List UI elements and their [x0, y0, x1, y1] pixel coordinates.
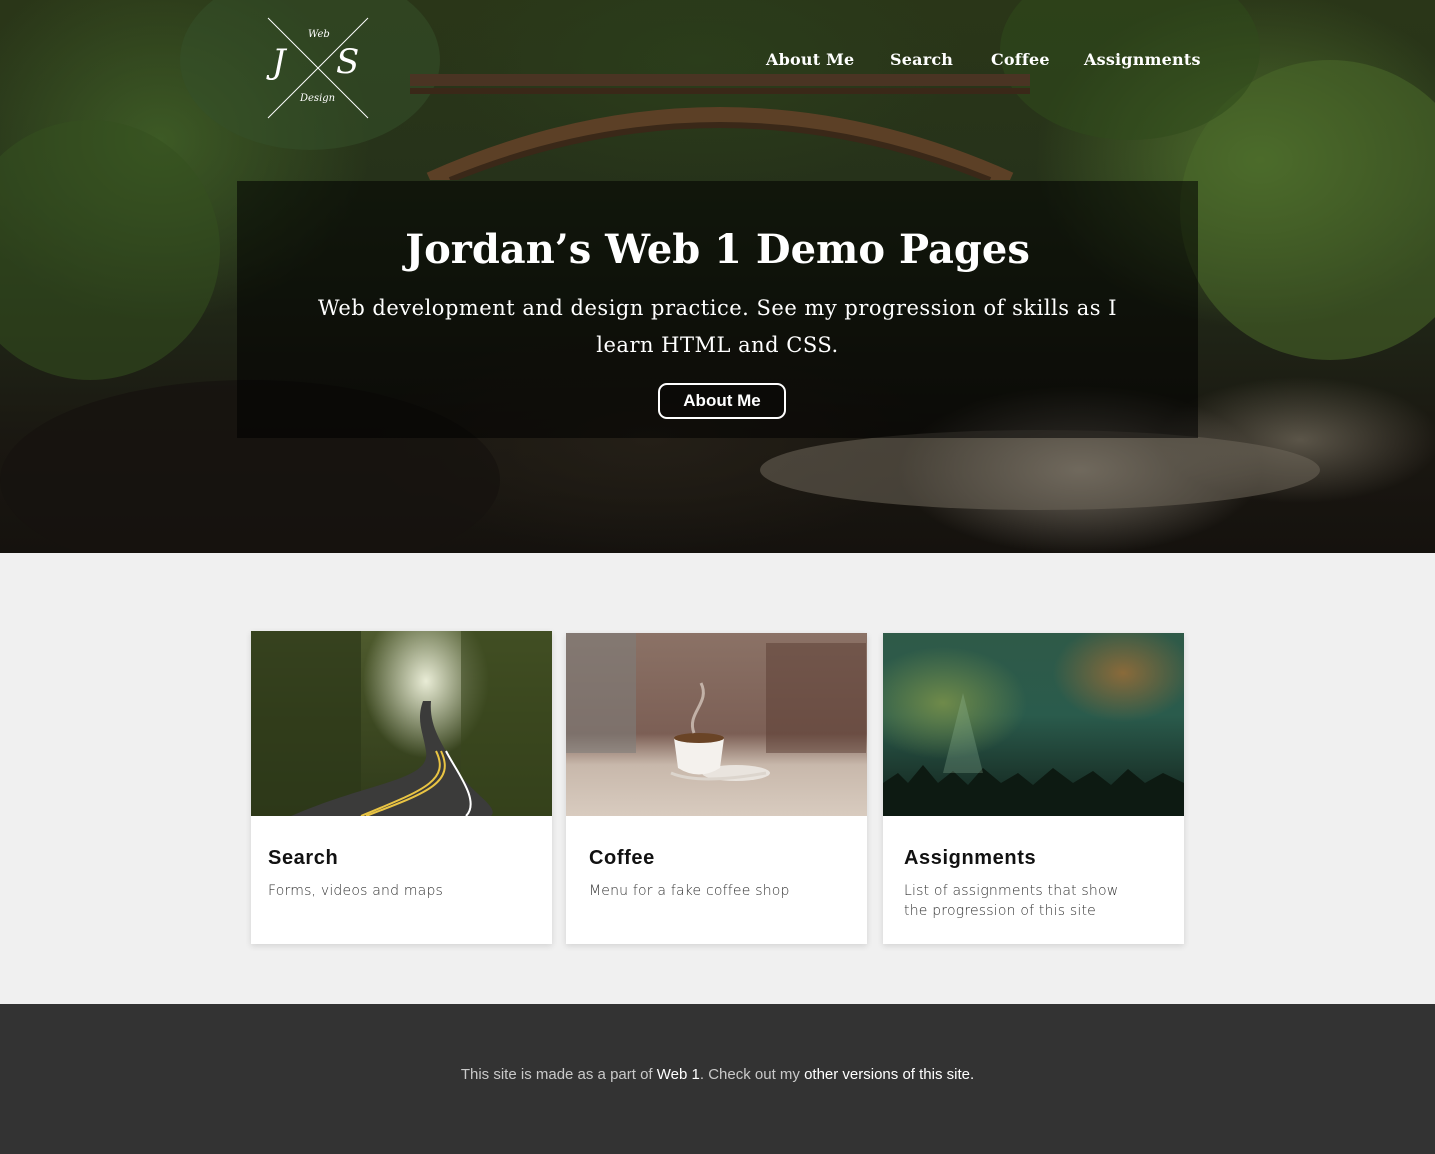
bridge-illustration: [410, 74, 1030, 180]
road-forest-image: [251, 631, 552, 816]
card-description: List of assignments that show the progre…: [904, 881, 1118, 921]
misty-forest-image: [883, 633, 1184, 816]
logo-bottom-word: Design: [300, 93, 336, 104]
foliage-decoration: [0, 120, 220, 380]
card-search[interactable]: Search Forms, videos and maps: [251, 631, 552, 944]
card-title: Assignments: [904, 847, 1037, 869]
footer-text-before: This site is made as a part of: [460, 1066, 657, 1083]
hero-subtitle-line-1: Web development and design practice. See…: [318, 296, 1117, 320]
coffee-cup-illustration: [566, 633, 866, 781]
site-footer: This site is made as a part of Web 1. Ch…: [0, 1004, 1435, 1154]
card-description: Forms, videos and maps: [268, 883, 444, 899]
footer-text: This site is made as a part of Web 1. Ch…: [0, 1066, 1435, 1083]
coffee-cup-image: [566, 633, 867, 816]
logo-top-word: Web: [308, 29, 330, 40]
card-description-line-2: the progression of this site: [904, 903, 1096, 919]
about-me-button[interactable]: About Me: [658, 383, 786, 419]
card-coffee[interactable]: Coffee Menu for a fake coffee shop: [566, 633, 867, 944]
hero-title: Jordan’s Web 1 Demo Pages: [405, 226, 1030, 273]
main-nav: About Me Search Coffee Assignments: [0, 50, 1435, 74]
footer-link-web1[interactable]: Web 1: [657, 1066, 700, 1083]
card-description-line-1: List of assignments that show: [904, 883, 1119, 899]
rocks-decoration: [760, 430, 1320, 510]
card-title: Search: [268, 847, 339, 869]
nav-assignments[interactable]: Assignments: [1084, 50, 1201, 69]
nav-about-me[interactable]: About Me: [766, 50, 854, 69]
hero-subtitle: Web development and design practice. See…: [300, 290, 1135, 364]
road-illustration: [251, 631, 552, 816]
card-description: Menu for a fake coffee shop: [589, 883, 790, 899]
footer-text-middle: . Check out my: [699, 1066, 805, 1083]
nav-coffee[interactable]: Coffee: [991, 50, 1050, 69]
forest-illustration: [883, 693, 1184, 816]
card-title: Coffee: [589, 847, 655, 869]
card-assignments[interactable]: Assignments List of assignments that sho…: [883, 633, 1184, 944]
hero-section: J S Web Design About Me Search Coffee As…: [0, 0, 1435, 553]
nav-search[interactable]: Search: [890, 50, 953, 69]
footer-link-other-versions[interactable]: other versions of this site.: [804, 1066, 974, 1083]
hero-subtitle-line-2: learn HTML and CSS.: [596, 333, 839, 357]
